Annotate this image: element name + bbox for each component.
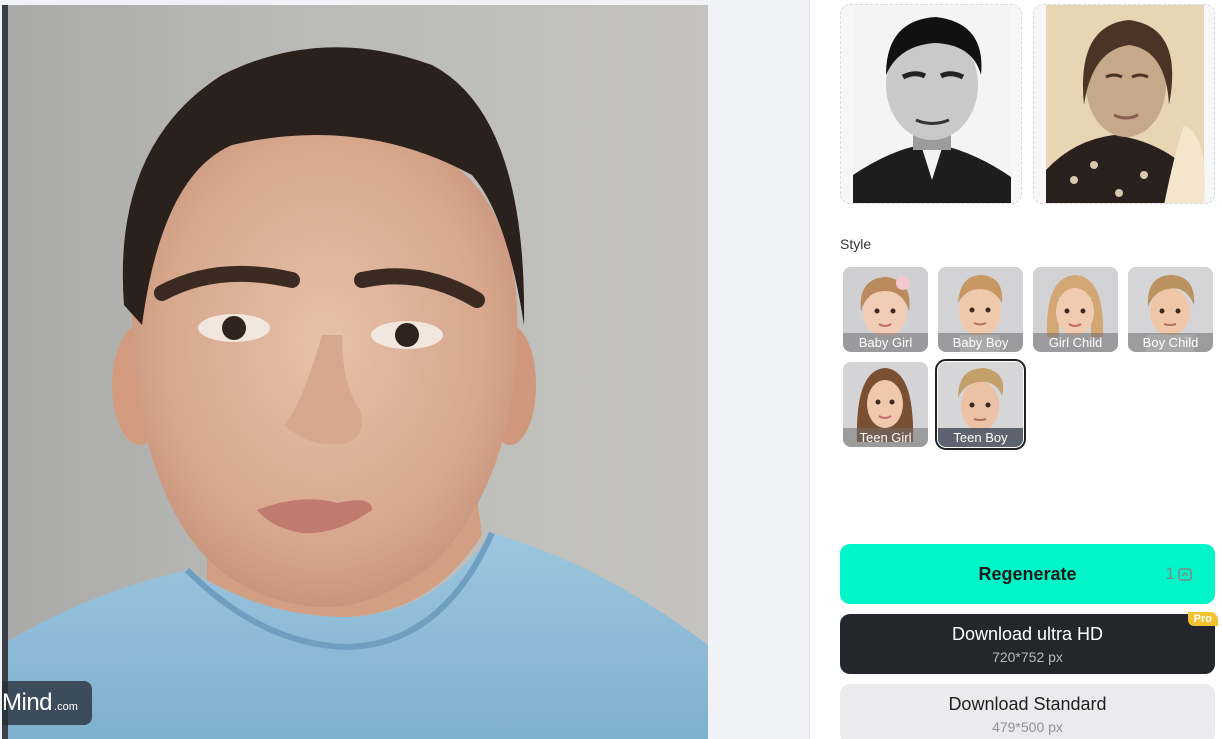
reference-photo-father[interactable]: [840, 4, 1022, 204]
preview-edge: [2, 5, 8, 739]
download-standard-size: 479*500 px: [992, 718, 1063, 735]
reference-photo-mother-image: [1046, 5, 1205, 203]
download-standard-label: Download Standard: [948, 693, 1107, 714]
generated-portrait: Mind .com: [2, 5, 708, 739]
watermark: Mind .com: [2, 681, 92, 725]
style-label-teen-girl: Teen Girl: [843, 428, 928, 447]
style-option-girl-child[interactable]: Girl Child: [1033, 267, 1118, 352]
download-ultra-hd-label: Download ultra HD: [951, 623, 1104, 644]
credit-icon: [1178, 568, 1192, 581]
download-standard-button[interactable]: Download Standard 479*500 px: [840, 684, 1215, 739]
preview-area: Mind .com: [0, 0, 810, 739]
portrait-image: [2, 47, 708, 739]
style-label-boy-child: Boy Child: [1128, 333, 1213, 352]
download-ultra-hd-button[interactable]: Download ultra HD 720*752 px Pro: [840, 612, 1218, 674]
style-label-baby-boy: Baby Boy: [938, 333, 1023, 352]
style-label-baby-girl: Baby Girl: [843, 333, 928, 352]
watermark-suffix: .com: [54, 701, 78, 713]
style-option-boy-child[interactable]: Boy Child: [1128, 267, 1213, 352]
reference-photo-father-image: [853, 5, 1011, 203]
style-label-girl-child: Girl Child: [1033, 333, 1118, 352]
regenerate-button[interactable]: Regenerate 1: [840, 544, 1215, 604]
style-option-teen-girl[interactable]: Teen Girl: [843, 362, 928, 447]
style-label-teen-boy: Teen Boy: [938, 428, 1023, 447]
style-option-baby-boy[interactable]: Baby Boy: [938, 267, 1023, 352]
download-ultra-hd-size: 720*752 px: [992, 648, 1063, 665]
style-section-label: Style: [840, 236, 872, 252]
style-option-baby-girl[interactable]: Baby Girl: [843, 267, 928, 352]
regenerate-label: Regenerate: [978, 563, 1077, 584]
watermark-brand: Mind: [2, 689, 53, 716]
regenerate-count: 1: [1165, 564, 1175, 583]
pro-badge: Pro: [1187, 612, 1218, 626]
control-panel: Style Baby Girl Baby Boy Girl Child Boy …: [811, 0, 1222, 739]
style-option-teen-boy[interactable]: Teen Boy: [935, 359, 1026, 450]
reference-photo-mother[interactable]: [1033, 4, 1215, 204]
regenerate-cost: 1: [1166, 564, 1193, 584]
